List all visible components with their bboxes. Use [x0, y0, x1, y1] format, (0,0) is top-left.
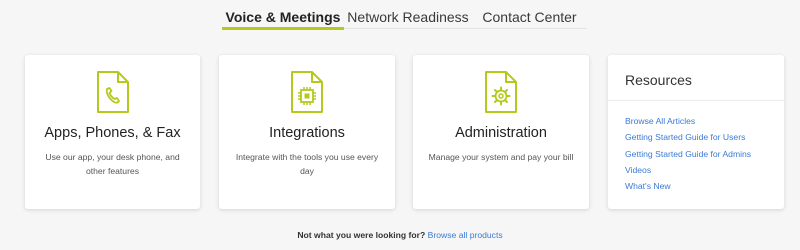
card-description: Manage your system and pay your bill: [428, 152, 574, 162]
resources-panel: Resources Browse All Articles Getting St…: [608, 55, 784, 209]
phone-document-icon: [96, 71, 129, 113]
browse-all-products-link[interactable]: Browse all products: [428, 230, 503, 240]
gear-document-icon: [485, 71, 517, 113]
category-card-integrations[interactable]: Integrations Integrate with the tools yo…: [219, 55, 395, 209]
link-whats-new[interactable]: What's New: [625, 178, 751, 194]
card-title: Apps, Phones, & Fax: [44, 125, 181, 141]
tab-contact-center[interactable]: Contact Center: [472, 0, 587, 28]
footer-prompt: Not what you were looking for? Browse al…: [0, 230, 800, 240]
tab-voice-meetings[interactable]: Voice & Meetings: [222, 0, 344, 30]
divider: [608, 100, 784, 101]
link-getting-started-admins[interactable]: Getting Started Guide for Admins: [625, 146, 751, 162]
tab-network-readiness[interactable]: Network Readiness: [344, 0, 472, 28]
card-description: Use our app, your desk phone, and other …: [45, 152, 180, 176]
card-description: Integrate with the tools you use every d…: [235, 152, 379, 176]
link-videos[interactable]: Videos: [625, 162, 751, 178]
resources-title: Resources: [625, 72, 692, 88]
category-card-apps-phones-fax[interactable]: Apps, Phones, & Fax Use our app, your de…: [25, 55, 200, 209]
product-tabs: Voice & Meetings Network Readiness Conta…: [222, 0, 587, 30]
link-browse-all-articles[interactable]: Browse All Articles: [625, 113, 751, 129]
chip-document-icon: [291, 71, 323, 113]
link-getting-started-users[interactable]: Getting Started Guide for Users: [625, 129, 751, 145]
footer-question: Not what you were looking for?: [297, 230, 426, 240]
card-title: Administration: [455, 125, 547, 141]
category-card-administration[interactable]: Administration Manage your system and pa…: [413, 55, 589, 209]
resources-link-list: Browse All Articles Getting Started Guid…: [625, 113, 751, 194]
help-center-page: Voice & Meetings Network Readiness Conta…: [0, 0, 800, 250]
card-title: Integrations: [269, 125, 345, 141]
